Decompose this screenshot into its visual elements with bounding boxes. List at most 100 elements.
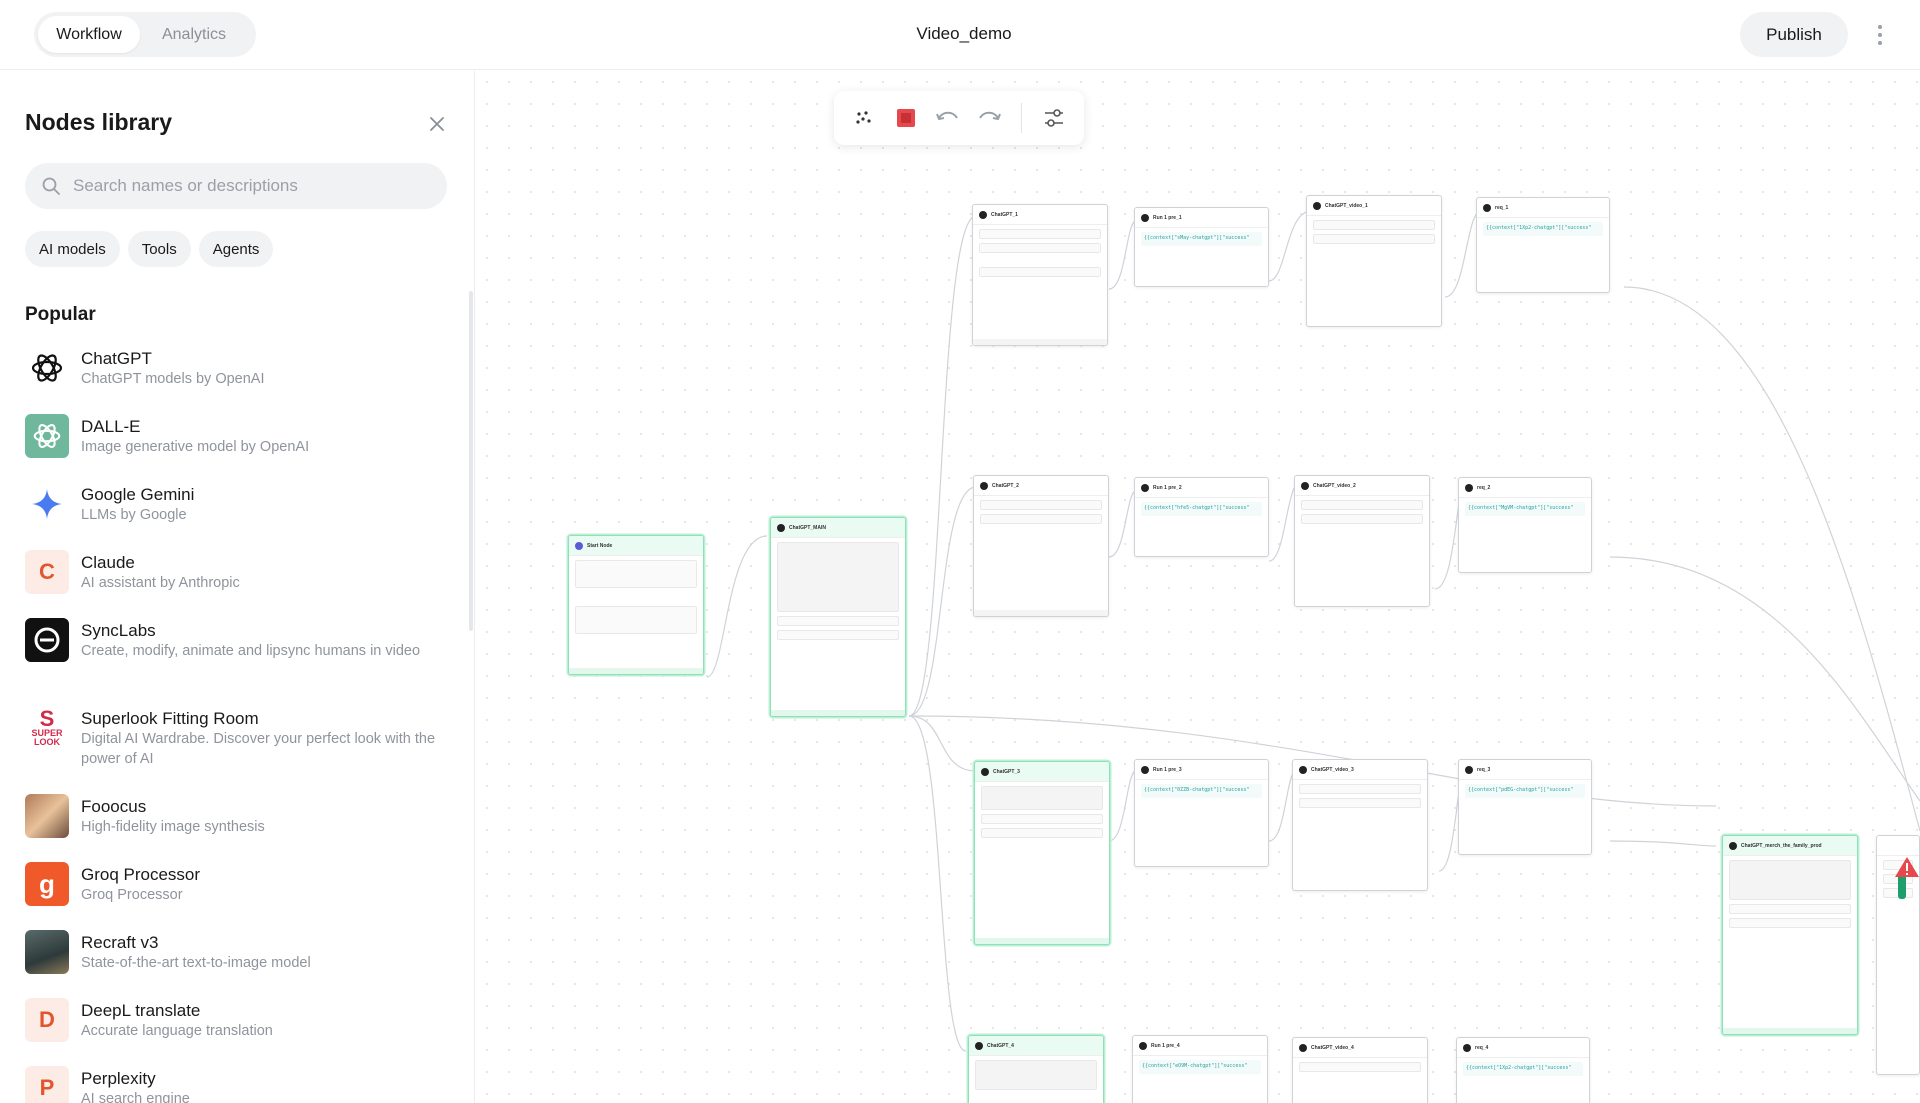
item-name: ChatGPT (81, 349, 152, 368)
filter-tools[interactable]: Tools (127, 231, 191, 267)
item-desc: ChatGPT models by OpenAI (81, 371, 265, 387)
workflow-node[interactable]: ChatGPT_4 (968, 1035, 1104, 1103)
workflow-node[interactable]: Run 1 pre_1 {{context["sMay-chatgpt"]["s… (1134, 207, 1269, 287)
item-name: SyncLabs (81, 621, 156, 640)
list-item[interactable]: Fooocus High-fidelity image synthesis (25, 794, 445, 862)
node-code: {{context["0ZZB-chatgpt"]["success" (1141, 784, 1262, 798)
node-title: req_3 (1477, 766, 1491, 773)
item-desc: State-of-the-art text-to-image model (81, 955, 311, 971)
list-item[interactable]: S SUPER LOOK Superlook Fitting Room Digita… (25, 706, 445, 794)
item-name: Groq Processor (81, 865, 201, 884)
filter-agents[interactable]: Agents (198, 231, 274, 267)
workflow-node[interactable]: ChatGPT_2 (973, 475, 1109, 617)
workflow-node[interactable]: ChatGPT_video_2 (1294, 475, 1430, 607)
node-code: {{context["hfe5-chatgpt"]["success" (1141, 502, 1262, 516)
node-code: {{context["1Xp2-chatgpt"]["success" (1463, 1062, 1583, 1076)
workflow-node[interactable]: req_2 {{context["MgVM-chatgpt"]["success… (1458, 477, 1592, 573)
list-item[interactable]: D DeepL translate Accurate language tran… (25, 998, 445, 1066)
search-input[interactable] (73, 176, 413, 196)
section-heading: Popular (25, 304, 96, 325)
synclabs-icon (25, 618, 69, 662)
settings-sliders-icon[interactable] (1036, 99, 1072, 137)
list-item[interactable]: C Claude AI assistant by Anthropic (25, 550, 445, 618)
redo-icon[interactable] (971, 99, 1007, 137)
undo-icon[interactable] (930, 99, 966, 137)
node-title: ChatGPT_3 (993, 768, 1020, 775)
search-box (25, 163, 447, 209)
node-title: req_2 (1477, 484, 1491, 491)
workflow-node[interactable]: ChatGPT_video_1 (1306, 195, 1442, 327)
node-code: {{context["1Xp2-chatgpt"]["success" (1483, 222, 1603, 236)
groq-icon: g (25, 862, 69, 906)
node-title: Run 1 pre_4 (1151, 1042, 1180, 1049)
search-icon (42, 177, 60, 195)
item-name: Claude (81, 553, 135, 572)
node-code: {{context["eO9M-chatgpt"]["success" (1139, 1060, 1261, 1074)
workflow-node[interactable]: Start Node (568, 535, 704, 675)
item-name: Perplexity (81, 1069, 156, 1088)
workflow-node[interactable]: Run 1 pre_4 {{context["eO9M-chatgpt"]["s… (1132, 1035, 1268, 1103)
workflow-node[interactable]: ChatGPT_video_3 (1292, 759, 1428, 891)
item-name: Fooocus (81, 797, 147, 816)
workflow-node[interactable]: ChatGPT_3 (974, 761, 1110, 945)
close-icon[interactable] (426, 113, 448, 135)
item-desc: Image generative model by OpenAI (81, 439, 310, 455)
claude-icon: C (25, 550, 69, 594)
item-name: Superlook Fitting Room (81, 709, 259, 728)
node-list: ChatGPT ChatGPT models by OpenAI DALL-E … (25, 346, 445, 1103)
node-title: ChatGPT_video_2 (1313, 482, 1356, 489)
workflow-node[interactable]: Run 1 pre_2 {{context["hfe5-chatgpt"]["s… (1134, 477, 1269, 557)
panel-title: Nodes library (25, 109, 172, 135)
workflow-node[interactable]: ChatGPT_merch_the_family_prod (1722, 835, 1858, 1035)
item-desc: High-fidelity image synthesis (81, 819, 265, 835)
list-item[interactable]: g Groq Processor Groq Processor (25, 862, 445, 930)
workflow-node[interactable]: Run 1 pre_3 {{context["0ZZB-chatgpt"]["s… (1134, 759, 1269, 867)
node-title: req_1 (1495, 204, 1509, 211)
item-name: DeepL translate (81, 1001, 201, 1020)
filter-chips: AI models Tools Agents (25, 231, 274, 267)
filter-ai-models[interactable]: AI models (25, 231, 120, 267)
node-title: Run 1 pre_2 (1153, 484, 1182, 491)
superlook-icon: S SUPER LOOK (31, 706, 63, 747)
workflow-node[interactable]: ChatGPT_video_4 (1292, 1037, 1428, 1103)
sidebar-scrollbar[interactable] (469, 291, 473, 631)
node-code: {{context["MgVM-chatgpt"]["success" (1465, 502, 1585, 516)
workflow-node[interactable]: req_1 {{context["1Xp2-chatgpt"]["success… (1476, 197, 1610, 293)
list-item[interactable]: DALL-E Image generative model by OpenAI (25, 414, 445, 482)
scatter-icon[interactable] (846, 99, 882, 137)
workflow-canvas[interactable]: Start Node ChatGPT_MAIN ChatGPT_1 Run 1 … (476, 71, 1920, 1103)
stop-icon[interactable] (888, 99, 924, 137)
node-title: ChatGPT_video_4 (1311, 1044, 1354, 1051)
item-name: Google Gemini (81, 485, 195, 504)
item-desc: AI assistant by Anthropic (81, 575, 240, 591)
node-title: ChatGPT_4 (987, 1042, 1014, 1049)
node-title: Start Node (587, 542, 613, 549)
node-code: {{context["pdEG-chatgpt"]["success" (1465, 784, 1585, 798)
list-item[interactable]: Google Gemini LLMs by Google (25, 482, 445, 550)
workflow-node[interactable]: req_4 {{context["1Xp2-chatgpt"]["success… (1456, 1037, 1590, 1103)
item-desc: AI search engine (81, 1091, 190, 1103)
node-title: ChatGPT_2 (992, 482, 1019, 489)
list-item[interactable]: ChatGPT ChatGPT models by OpenAI (25, 346, 445, 414)
item-desc: Digital AI Wardrabe. Discover your perfe… (81, 731, 436, 767)
recraft-icon (25, 930, 69, 974)
top-bar: Workflow Analytics Video_demo Publish (0, 0, 1920, 70)
workflow-node[interactable]: req_3 {{context["pdEG-chatgpt"]["success… (1458, 759, 1592, 855)
workflow-node[interactable]: ChatGPT_MAIN (770, 517, 906, 717)
workflow-node[interactable]: ChatGPT_1 (972, 204, 1108, 346)
node-title: ChatGPT_merch_the_family_prod (1741, 842, 1822, 849)
canvas-toolbar (834, 91, 1084, 145)
gemini-icon (25, 482, 69, 526)
deepl-icon: D (25, 998, 69, 1042)
list-item[interactable]: P Perplexity AI search engine (25, 1066, 445, 1103)
toolbar-divider (1021, 103, 1023, 133)
alert-icon[interactable] (1894, 855, 1920, 903)
more-options-icon[interactable] (1872, 22, 1888, 48)
list-item[interactable]: Recraft v3 State-of-the-art text-to-imag… (25, 930, 445, 998)
list-item[interactable]: SyncLabs Create, modify, animate and lip… (25, 618, 445, 706)
item-name: Recraft v3 (81, 933, 159, 952)
perplexity-icon: P (25, 1066, 69, 1103)
item-desc: Create, modify, animate and lipsync huma… (81, 643, 421, 659)
publish-button[interactable]: Publish (1740, 12, 1848, 57)
dalle-icon (25, 414, 69, 458)
